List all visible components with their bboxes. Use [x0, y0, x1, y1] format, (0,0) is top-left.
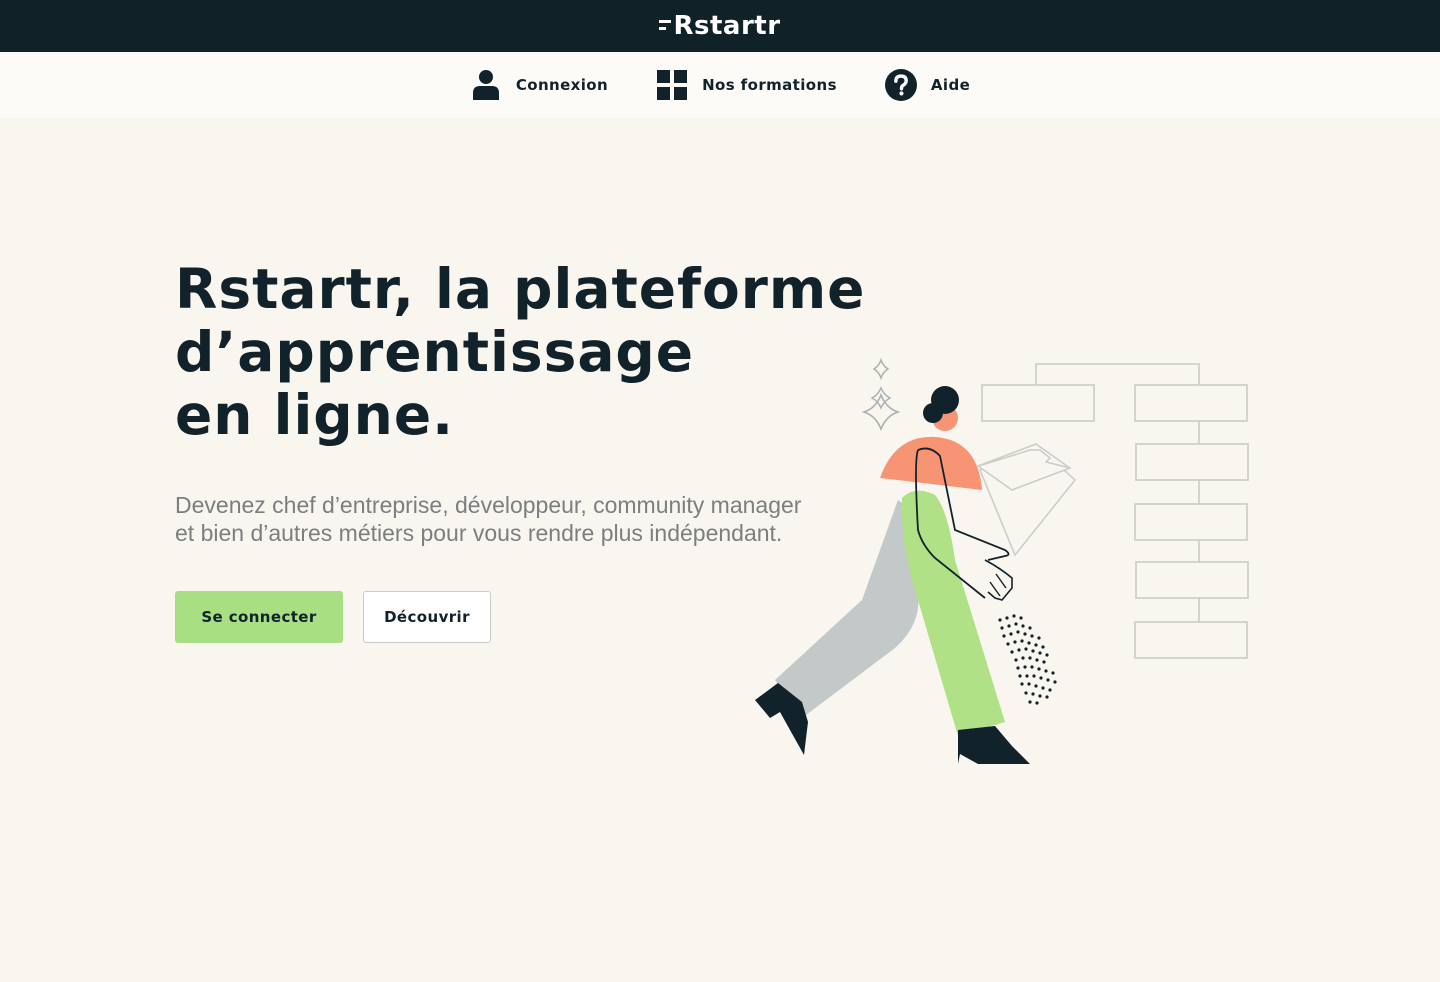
discover-button[interactable]: Découvrir: [363, 591, 491, 643]
grid-icon: [656, 69, 688, 101]
hero-illustration: [750, 350, 1260, 770]
main-nav: Connexion Nos formations Aide: [0, 52, 1440, 118]
hero-title-line: Rstartr, la plateforme: [175, 257, 866, 321]
nav-item-formations[interactable]: Nos formations: [656, 69, 837, 101]
person-walking-illustration: [755, 357, 1249, 764]
login-button[interactable]: Se connecter: [175, 591, 343, 643]
hero-subtitle: Devenez chef d’entreprise, développeur, …: [175, 492, 802, 546]
logo-mark-icon: [659, 18, 672, 32]
top-bar: Rstartr: [0, 0, 1440, 52]
nav-label-formations: Nos formations: [702, 76, 837, 94]
nav-item-aide[interactable]: Aide: [884, 69, 971, 101]
rstartr-logo[interactable]: Rstartr: [659, 11, 780, 41]
nav-label-connexion: Connexion: [515, 76, 609, 94]
logo-text: Rstartr: [673, 11, 781, 41]
user-icon: [470, 69, 502, 101]
help-circle-icon: [884, 69, 917, 101]
nav-label-aide: Aide: [930, 76, 971, 94]
nav-item-connexion[interactable]: Connexion: [470, 69, 608, 101]
